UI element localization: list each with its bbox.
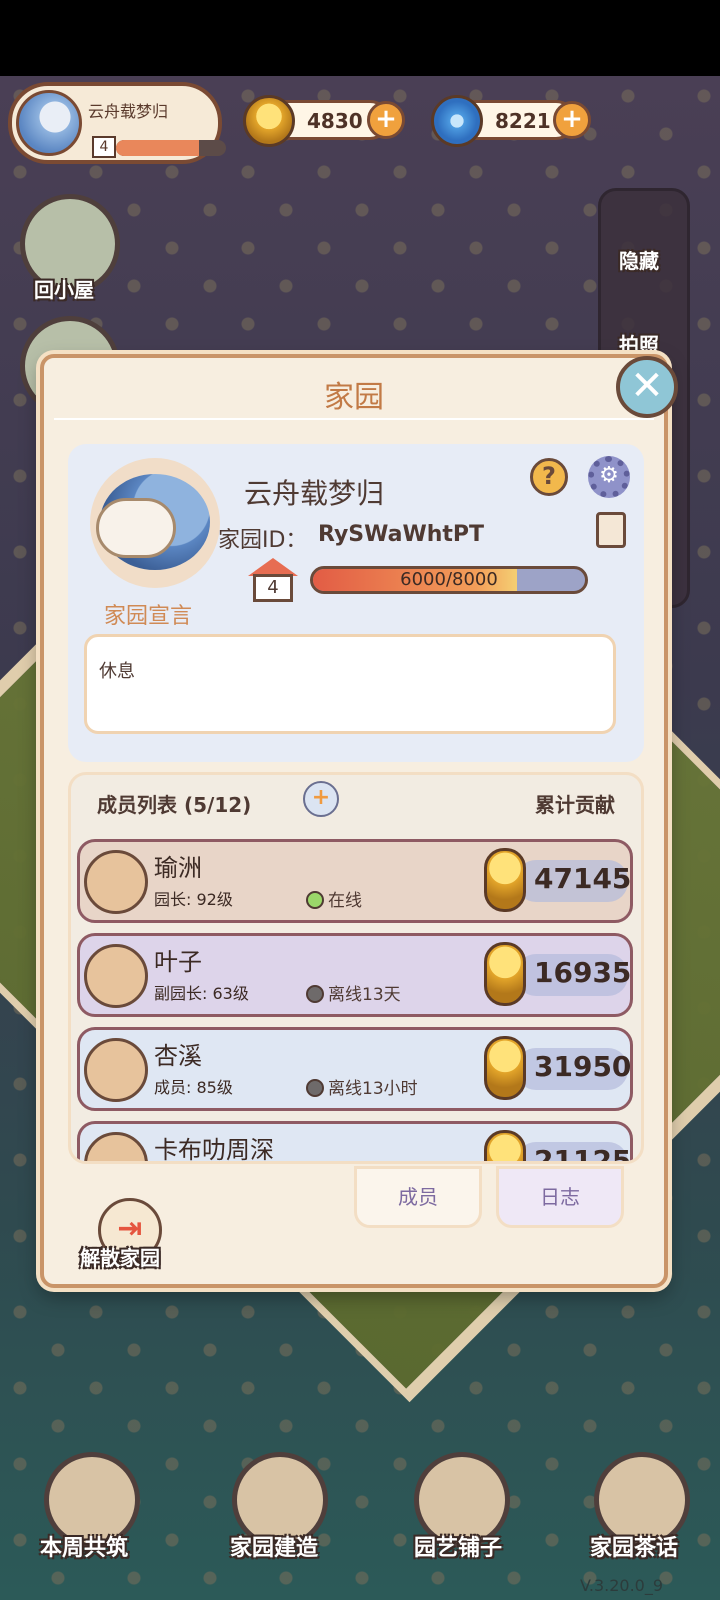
- home-level: 4: [253, 574, 293, 602]
- coin-currency: 4830 +: [243, 95, 405, 147]
- status-dot: [306, 1079, 324, 1097]
- member-avatar[interactable]: [84, 1038, 148, 1102]
- player-name: 云舟载梦归: [88, 102, 169, 121]
- add-coins-button[interactable]: +: [367, 101, 405, 139]
- member-role: 副园长: 63级: [154, 984, 249, 1003]
- swirl-gem-icon: [431, 95, 483, 147]
- tab-log[interactable]: 日志: [496, 1166, 624, 1228]
- member-row[interactable]: 瑜洲园长: 92级 在线 47145: [77, 839, 633, 923]
- member-status: 在线: [306, 886, 362, 911]
- member-status-text: 离线13天: [328, 985, 401, 1005]
- gear-icon[interactable]: ⚙: [588, 456, 630, 498]
- player-profile-card[interactable]: 云舟载梦归 4: [8, 82, 226, 164]
- snail-coin-icon: [243, 95, 295, 147]
- coin-amount: 4830: [307, 109, 363, 133]
- member-avatar[interactable]: [84, 1132, 148, 1161]
- status-dot: [306, 891, 324, 909]
- member-score: 16935: [534, 956, 632, 989]
- home-exp-bar: 6000/8000: [310, 566, 588, 594]
- hide-label[interactable]: 隐藏: [619, 245, 659, 274]
- member-avatar[interactable]: [84, 944, 148, 1008]
- home-build-label: 家园建造: [230, 1536, 319, 1561]
- member-row[interactable]: 卡布叻周深 21125: [77, 1121, 633, 1164]
- member-list-panel: 成员列表 (5/12) + 累计贡献 瑜洲园长: 92级 在线 47145 叶子副园长…: [68, 772, 644, 1164]
- snail-coin-icon: [484, 1036, 526, 1100]
- add-swirl-button[interactable]: +: [553, 101, 591, 139]
- player-level-badge: 4: [92, 136, 116, 158]
- snail-coin-icon: [484, 942, 526, 1006]
- weekly-build-label: 本周共筑: [40, 1536, 129, 1561]
- swirl-currency: 8221 +: [431, 95, 591, 147]
- member-score: 21125: [534, 1144, 632, 1164]
- player-exp-fill: [116, 140, 199, 156]
- member-score: 47145: [534, 862, 632, 895]
- motto-text: 休息: [99, 661, 135, 682]
- tab-members[interactable]: 成员: [354, 1166, 482, 1228]
- player-exp-bar: [116, 140, 226, 156]
- go-home-label: 回小屋: [34, 278, 94, 302]
- swirl-amount: 8221: [495, 109, 551, 133]
- add-member-icon[interactable]: +: [303, 781, 339, 817]
- help-icon[interactable]: ?: [530, 458, 568, 496]
- home-dialog: 家园 ✕ 云舟载梦归 ? ⚙ 家园ID： RySWaWhtPT 4 6000/8…: [40, 354, 678, 1288]
- copy-icon[interactable]: [596, 512, 626, 548]
- status-dot: [306, 985, 324, 1003]
- home-info-card: 云舟载梦归 ? ⚙ 家园ID： RySWaWhtPT 4 6000/8000 家…: [68, 444, 644, 762]
- close-button[interactable]: ✕: [616, 356, 678, 418]
- member-row[interactable]: 叶子副园长: 63级 离线13天 16935: [77, 933, 633, 1017]
- member-status-text: 在线: [328, 891, 362, 911]
- member-name: 叶子: [154, 948, 202, 976]
- home-name: 云舟载梦归: [244, 477, 385, 510]
- member-score: 31950: [534, 1050, 632, 1083]
- dissolve-home-label: 解散家园: [80, 1246, 160, 1270]
- tea-talk-label: 家园茶话: [590, 1536, 679, 1561]
- dialog-title: 家园: [324, 380, 384, 415]
- member-avatar[interactable]: [84, 850, 148, 914]
- member-role: 成员: 85级: [154, 1078, 233, 1097]
- member-role: 园长: 92级: [154, 890, 233, 909]
- member-list-label: 成员列表 (5/12): [97, 793, 252, 817]
- version-text: V.3.20.0_9: [580, 1576, 664, 1595]
- home-avatar[interactable]: [90, 458, 220, 588]
- status-bar: [0, 0, 720, 76]
- contribution-label: 累计贡献: [535, 793, 615, 817]
- motto-label: 家园宣言: [104, 604, 193, 629]
- motto-box[interactable]: 休息: [84, 634, 616, 734]
- cloud-puff: [96, 498, 176, 558]
- member-status-text: 离线13小时: [328, 1079, 418, 1099]
- home-exp-text: 6000/8000: [400, 569, 498, 590]
- home-id: RySWaWhtPT: [318, 522, 485, 547]
- title-divider: [54, 418, 654, 420]
- player-avatar[interactable]: [16, 90, 82, 156]
- garden-shop-label: 园艺铺子: [414, 1536, 503, 1561]
- member-status: 离线13天: [306, 980, 401, 1005]
- snail-coin-icon: [484, 1130, 526, 1161]
- home-level-badge: 4: [248, 558, 298, 602]
- member-name: 瑜洲: [154, 854, 202, 882]
- member-name: 杏溪: [154, 1042, 202, 1070]
- member-name: 卡布叻周深: [154, 1136, 274, 1164]
- member-row[interactable]: 杏溪成员: 85级 离线13小时 31950: [77, 1027, 633, 1111]
- home-id-label: 家园ID：: [218, 528, 308, 553]
- member-status: 离线13小时: [306, 1074, 418, 1099]
- snail-coin-icon: [484, 848, 526, 912]
